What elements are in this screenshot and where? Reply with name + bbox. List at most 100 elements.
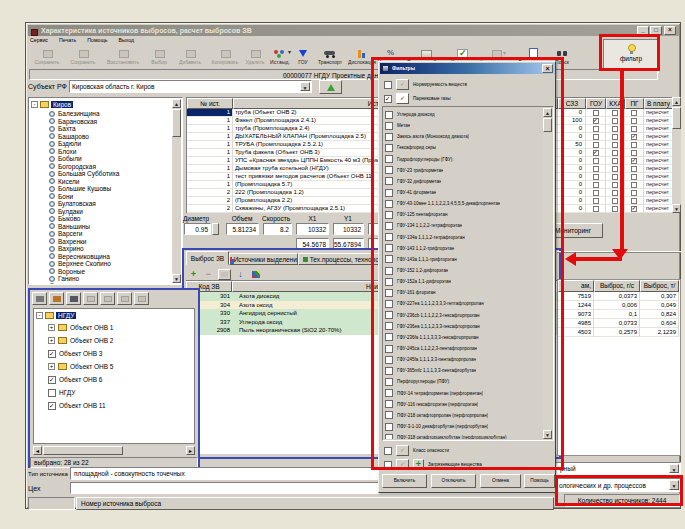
diameter-field[interactable]: 0.95: [184, 223, 211, 235]
collapse-icon[interactable]: -: [31, 101, 38, 108]
object-tree-item[interactable]: + НГДУ: [34, 386, 194, 399]
kha-checkbox[interactable]: [612, 118, 618, 124]
scroll-up-icon[interactable]: ▲: [672, 97, 681, 106]
pg-checkbox[interactable]: [631, 118, 637, 124]
toolbar-button[interactable]: Копировать: [207, 46, 243, 71]
scroll-left-icon[interactable]: ◄: [33, 446, 42, 455]
toolbar-button[interactable]: Сохранить: [29, 46, 65, 71]
emission-row[interactable]: 7519 0,0373 0,307: [558, 292, 680, 301]
region-tree-item[interactable]: Бони: [49, 193, 119, 201]
remove-zv-button[interactable]: −: [203, 269, 214, 280]
object-checkbox[interactable]: [48, 389, 56, 397]
pay-link[interactable]: пересчет: [644, 109, 673, 117]
toolbar-button[interactable]: ГОУ: [293, 46, 313, 71]
emission-row[interactable]: 4503 0,2579 2,1239: [558, 328, 680, 337]
gou-checkbox[interactable]: [593, 134, 599, 140]
pay-link[interactable]: пересчет: [644, 197, 673, 205]
region-tree-item[interactable]: Бобыли: [49, 155, 119, 163]
region-tree-item[interactable]: Вересниковщина: [49, 253, 119, 261]
col-gs[interactable]: Выброс, г/с: [594, 280, 640, 292]
region-tree-item[interactable]: Блохи: [49, 148, 119, 156]
pg-checkbox[interactable]: [631, 206, 637, 212]
col-pay[interactable]: В плату: [644, 98, 673, 109]
disable-button[interactable]: Отключить: [431, 474, 476, 488]
region-tree-item[interactable]: Ваньшины: [49, 223, 119, 231]
diameter-more-button[interactable]: [212, 223, 219, 235]
pay-link[interactable]: пересчет: [644, 125, 673, 133]
pg-checkbox[interactable]: [631, 198, 637, 204]
object-tree-item[interactable]: + Объект ОНВ 5: [34, 360, 194, 373]
region-tree-item[interactable]: Бздюли: [49, 140, 119, 148]
toolbar-button[interactable]: Добавить: [173, 46, 207, 71]
help-button[interactable]: Помощь: [524, 474, 555, 488]
col-num[interactable]: № ист.: [187, 98, 233, 109]
kha-checkbox[interactable]: [612, 182, 618, 188]
region-tree-root[interactable]: - Киров: [31, 100, 73, 108]
enable-button[interactable]: Включить: [382, 474, 427, 488]
gou-checkbox[interactable]: [593, 198, 599, 204]
pg-checkbox[interactable]: [631, 150, 637, 156]
col-gou[interactable]: ГОУ: [586, 98, 606, 109]
dropdown-arrow-icon[interactable]: ▼: [669, 464, 679, 473]
col-pg[interactable]: ПГ: [625, 98, 644, 109]
expand-icon[interactable]: +: [48, 324, 55, 331]
region-tree-item[interactable]: Большая Субботиха: [49, 170, 119, 178]
pay-link[interactable]: пересчет: [644, 157, 673, 165]
kha-checkbox[interactable]: [612, 174, 618, 180]
tab-sources[interactable]: Источники выделения: [229, 253, 298, 265]
move-down-button[interactable]: ↓: [235, 269, 246, 280]
region-tree-item[interactable]: Барановская: [49, 118, 119, 126]
add-zv-button[interactable]: +: [188, 269, 199, 280]
check-all-button[interactable]: [83, 292, 98, 305]
source-table-scrollbar[interactable]: ▲ ▼: [672, 97, 681, 213]
emission-row[interactable]: 1244 0,006 0,049: [558, 301, 680, 310]
pay-link[interactable]: пересчет: [644, 173, 673, 181]
volume-field[interactable]: 5.81234: [226, 223, 259, 235]
toolbar-button[interactable]: Выбор: [145, 46, 173, 71]
table-button[interactable]: [32, 292, 47, 305]
collapse-icon[interactable]: -: [36, 312, 43, 319]
pg-checkbox[interactable]: [631, 142, 637, 148]
gou-checkbox[interactable]: [593, 142, 599, 148]
expand-icon[interactable]: +: [48, 363, 55, 370]
region-tree-item[interactable]: Гари: [49, 283, 119, 286]
kha-checkbox[interactable]: [612, 126, 618, 132]
region-tree-scrollbar[interactable]: ▲ ▼: [172, 99, 181, 283]
kha-checkbox[interactable]: [612, 198, 618, 204]
object-tree-item[interactable]: + Объект ОНВ 3: [34, 347, 194, 360]
region-tree-item[interactable]: Булатовская: [49, 200, 119, 208]
object-tree-item[interactable]: + Объект ОНВ 1: [34, 321, 194, 334]
palette-button[interactable]: [250, 269, 261, 280]
gou-checkbox[interactable]: [593, 190, 599, 196]
scroll-right-icon[interactable]: ►: [186, 446, 195, 455]
object-checkbox[interactable]: [48, 350, 56, 358]
kha-checkbox[interactable]: [612, 150, 618, 156]
select-region-button[interactable]: [319, 80, 342, 94]
gou-checkbox[interactable]: [593, 118, 599, 124]
pg-checkbox[interactable]: [631, 174, 637, 180]
x1-field[interactable]: 10332: [296, 223, 329, 235]
region-tree-item[interactable]: Бахта: [49, 125, 119, 133]
region-tree-item[interactable]: Кисели: [49, 178, 119, 186]
pay-link[interactable]: пересчет: [644, 141, 673, 149]
speed-field[interactable]: 8.2: [263, 223, 292, 235]
kha-checkbox[interactable]: [612, 190, 618, 196]
object-tree-item[interactable]: + Объект ОНВ 2: [34, 334, 194, 347]
pay-link[interactable]: пересчет: [644, 117, 673, 125]
emission-row[interactable]: 4985 0,0733 0,604: [558, 319, 680, 328]
sort-button[interactable]: [49, 292, 64, 305]
toolbar-button[interactable]: Удалить: [243, 46, 267, 71]
region-tree-item[interactable]: Большие Кушовы: [49, 185, 119, 193]
pg-checkbox[interactable]: [631, 110, 637, 116]
region-tree-item[interactable]: Варсеги: [49, 230, 119, 238]
pay-link[interactable]: пересчет: [644, 205, 673, 213]
region-tree-item[interactable]: Ганино: [49, 275, 119, 283]
expand-icon[interactable]: +: [48, 337, 55, 344]
gou-checkbox[interactable]: [593, 110, 599, 116]
pay-link[interactable]: пересчет: [644, 165, 673, 173]
pay-link[interactable]: пересчет: [644, 189, 673, 197]
toolbar-button[interactable]: Сохранить: [65, 46, 101, 71]
scroll-down-icon[interactable]: ▼: [172, 274, 181, 283]
close-button[interactable]: ×: [664, 26, 676, 35]
col-year[interactable]: Выброс, т/год: [640, 280, 679, 292]
